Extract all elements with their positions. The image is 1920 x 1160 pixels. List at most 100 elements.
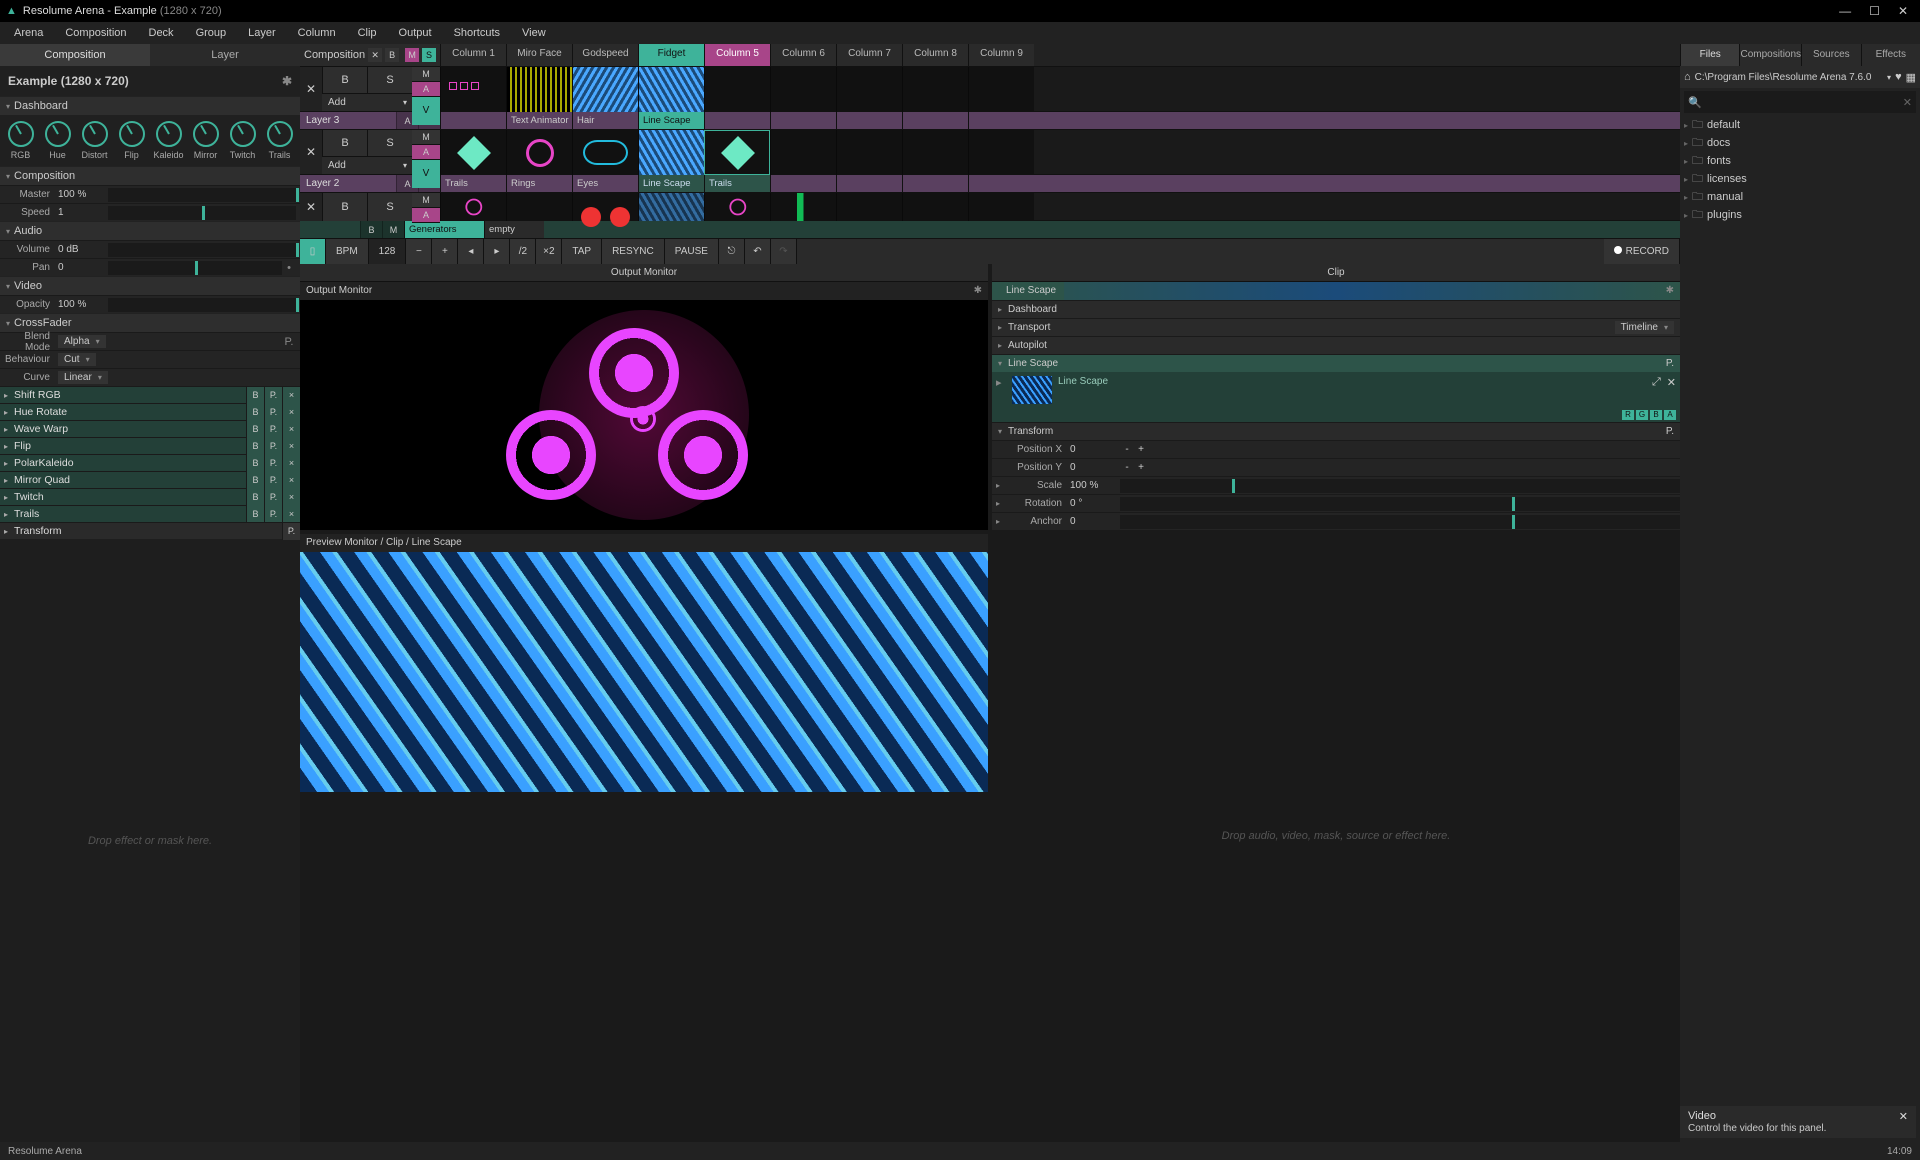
anchor-value[interactable]: 0 — [1070, 516, 1120, 527]
dial-distort[interactable]: Distort — [78, 121, 111, 160]
clip-l1-c2[interactable] — [506, 193, 572, 221]
menu-column[interactable]: Column — [288, 24, 346, 42]
speed-slider[interactable] — [108, 206, 296, 220]
search-clear-icon[interactable]: ✕ — [1903, 96, 1912, 109]
clip-l3-c9[interactable] — [968, 67, 1034, 112]
effect-btn-remove[interactable]: × — [282, 506, 300, 523]
effect-btn-preset[interactable]: P. — [264, 506, 282, 523]
posy-minus[interactable]: - — [1120, 462, 1134, 473]
rgba-toggles[interactable]: RGBA — [1622, 410, 1676, 420]
clip-l2-c9[interactable] — [968, 130, 1034, 175]
rot-value[interactable]: 0 ° — [1070, 498, 1120, 509]
column-3[interactable]: Godspeed — [572, 44, 638, 66]
clip-label-l3-c4[interactable]: Line Scape — [638, 112, 704, 129]
layer2-name[interactable]: Layer 2 — [300, 175, 396, 192]
preset-button[interactable]: P. — [282, 336, 296, 348]
clip-l1-c3[interactable] — [572, 193, 638, 221]
effect-btn-bypass[interactable]: B — [246, 404, 264, 421]
volume-value[interactable]: 0 dB — [58, 244, 108, 255]
clip-label-l3-c1[interactable] — [440, 112, 506, 129]
layer1-clear-button[interactable]: ✕ — [300, 193, 322, 221]
dial-twitch[interactable]: Twitch — [226, 121, 259, 160]
effect-btn-bypass[interactable]: B — [246, 421, 264, 438]
layer1-s-button[interactable]: S — [367, 193, 412, 221]
clip-l2-c3[interactable] — [572, 130, 638, 175]
volume-slider[interactable] — [108, 243, 296, 257]
bpm-half-button[interactable]: /2 — [510, 239, 536, 265]
clip-l2-c2[interactable] — [506, 130, 572, 175]
clip-label-l2-c5[interactable]: Trails — [704, 175, 770, 192]
effect-btn-bypass[interactable]: B — [246, 438, 264, 455]
clip-l2-c7[interactable] — [836, 130, 902, 175]
clip-transport-mode[interactable]: Timeline▾ — [1615, 321, 1674, 334]
browser-tab-compositions[interactable]: Compositions — [1739, 44, 1801, 66]
layer2-add-button[interactable]: Add — [322, 160, 398, 171]
effect-btn-preset[interactable]: P. — [264, 438, 282, 455]
layer2-clear-button[interactable]: ✕ — [300, 130, 322, 174]
behaviour-dropdown[interactable]: Cut▾ — [58, 353, 96, 366]
close-icon[interactable]: ✕ — [1898, 4, 1908, 18]
blendmode-dropdown[interactable]: Alpha▾ — [58, 335, 106, 348]
folder-licenses[interactable]: ▸🗀licenses — [1680, 170, 1920, 188]
effect-btn-bypass[interactable]: B — [246, 489, 264, 506]
effect-btn-bypass[interactable]: B — [246, 506, 264, 523]
nudge-right-button[interactable]: ▸ — [484, 239, 510, 265]
dial-trails[interactable]: Trails — [263, 121, 296, 160]
undo-button[interactable]: ↶ — [745, 239, 771, 265]
layer1-b-button[interactable]: B — [322, 193, 367, 221]
curve-dropdown[interactable]: Linear▾ — [58, 371, 108, 384]
dial-mirror[interactable]: Mirror — [189, 121, 222, 160]
folder-plugins[interactable]: ▸🗀plugins — [1680, 206, 1920, 224]
record-button[interactable]: RECORD — [1604, 239, 1680, 265]
column-2[interactable]: Miro Face — [506, 44, 572, 66]
clip-label-l3-c8[interactable] — [902, 112, 968, 129]
effect-hue-rotate[interactable]: ▸Hue RotateBP.× — [0, 403, 300, 420]
layer3-m-button[interactable]: M — [412, 67, 440, 82]
menu-group[interactable]: Group — [186, 24, 237, 42]
clip-l1-c5[interactable] — [704, 193, 770, 221]
column-8[interactable]: Column 8 — [902, 44, 968, 66]
dial-flip[interactable]: Flip — [115, 121, 148, 160]
clip-dashboard-section[interactable]: Dashboard — [1008, 304, 1057, 315]
comp-b-button[interactable]: B — [385, 48, 399, 62]
clip-label-l2-c8[interactable] — [902, 175, 968, 192]
clip-label-l2-c4[interactable]: Line Scape — [638, 175, 704, 192]
layer1-m-button[interactable]: M — [412, 193, 440, 208]
scale-slider[interactable] — [1120, 479, 1680, 493]
deck-b-button[interactable]: B — [360, 221, 382, 238]
tooltip-close-icon[interactable]: ✕ — [1899, 1110, 1908, 1123]
clip-label-l2-c1[interactable]: Trails — [440, 175, 506, 192]
maximize-icon[interactable]: ☐ — [1869, 4, 1880, 18]
tab-composition[interactable]: Composition — [0, 44, 150, 66]
effect-trails[interactable]: ▸TrailsBP.× — [0, 505, 300, 522]
layer3-a-button[interactable]: A — [412, 82, 440, 97]
metronome-button[interactable]: ▯ — [300, 239, 326, 265]
comp-x-button[interactable]: ✕ — [368, 48, 382, 62]
clip-l1-c7[interactable] — [836, 193, 902, 221]
anchor-slider[interactable] — [1120, 515, 1680, 529]
effect-polarkaleido[interactable]: ▸PolarKaleidoBP.× — [0, 454, 300, 471]
browser-path[interactable]: C:\Program Files\Resolume Arena 7.6.0 — [1695, 72, 1883, 83]
opacity-slider[interactable] — [108, 298, 296, 312]
clip-l2-c1[interactable] — [440, 130, 506, 175]
pan-slider[interactable] — [108, 261, 282, 275]
effect-btn-preset[interactable]: P. — [264, 421, 282, 438]
clip-label-l3-c7[interactable] — [836, 112, 902, 129]
clip-name[interactable]: Line Scape — [998, 282, 1064, 300]
folder-default[interactable]: ▸🗀default — [1680, 116, 1920, 134]
section-crossfader[interactable]: ▾CrossFader — [0, 313, 300, 332]
effect-btn-remove[interactable]: × — [282, 438, 300, 455]
bpm-double-button[interactable]: ×2 — [536, 239, 562, 265]
clip-l2-c4[interactable] — [638, 130, 704, 175]
preview-monitor-view[interactable] — [300, 552, 988, 792]
favorite-icon[interactable]: ♥ — [1895, 71, 1902, 83]
clip-label-l3-c9[interactable] — [968, 112, 1034, 129]
section-composition[interactable]: ▾Composition — [0, 166, 300, 185]
menu-composition[interactable]: Composition — [55, 24, 136, 42]
effect-btn-bypass[interactable]: B — [246, 455, 264, 472]
clip-l1-c6[interactable] — [770, 193, 836, 221]
menu-layer[interactable]: Layer — [238, 24, 286, 42]
rot-slider[interactable] — [1120, 497, 1680, 511]
effect-btn-preset[interactable]: P. — [264, 472, 282, 489]
bpm-plus-button[interactable]: + — [432, 239, 458, 265]
